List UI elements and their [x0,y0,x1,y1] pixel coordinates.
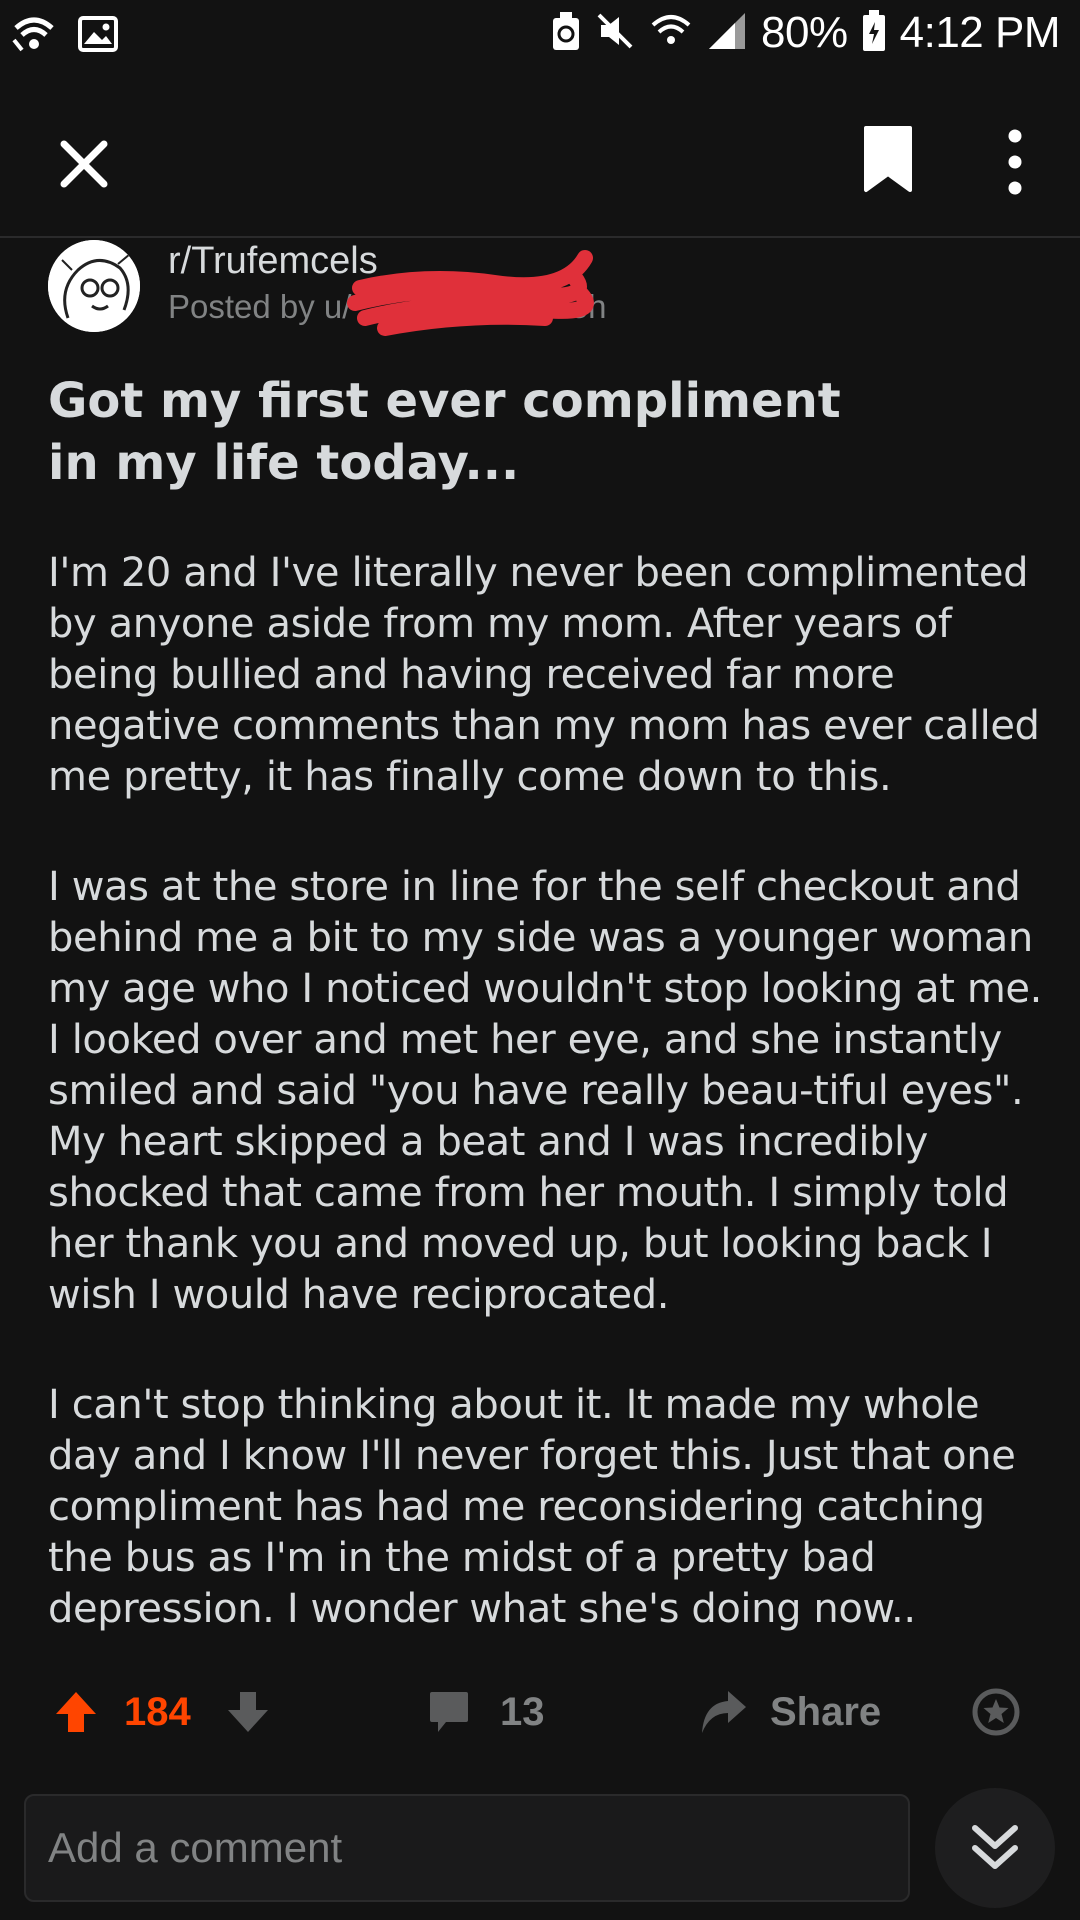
comment-count: 13 [500,1689,545,1734]
post-paragraph: I'm 20 and I've literally never been com… [48,550,1040,800]
post-title: Got my first ever compliment in my life … [48,373,841,491]
clock: 4:12 PM [899,8,1061,57]
bookmark-icon [864,126,912,192]
share-button[interactable]: Share [700,1680,881,1744]
status-bar: 80% 4:12 PM [0,0,1080,72]
mute-icon [595,11,635,55]
redaction-scribble [347,250,594,336]
vote-count: 184 [124,1689,191,1734]
award-icon [972,1688,1020,1736]
battery-icon [862,10,886,56]
close-icon [60,140,108,188]
add-comment-input[interactable] [24,1794,910,1902]
jump-to-comments-button[interactable] [935,1788,1055,1908]
post-body: I'm 20 and I've literally never been com… [48,548,1048,1694]
subreddit-avatar-drawing [48,240,140,332]
comment-bubble-icon [430,1692,468,1732]
award-button[interactable] [972,1680,1020,1744]
close-button[interactable] [52,132,116,196]
vote-count-wrap: 184 [124,1680,191,1744]
more-options-button[interactable] [990,126,1040,198]
upvote-arrow-icon [56,1692,96,1732]
wifi-icon [649,11,693,55]
post-paragraph: I can't stop thinking about it. It made … [48,1382,1016,1632]
recycle-icon [551,10,581,56]
upvote-button[interactable] [54,1680,98,1744]
post-toolbar [0,96,1080,238]
post-paragraph: I was at the store in line for the self … [48,864,1042,1318]
posted-by-label[interactable]: Posted by u/ [168,288,351,326]
downvote-button[interactable] [226,1680,270,1744]
comments-button[interactable]: 13 [428,1680,545,1744]
double-chevron-down-icon [972,1825,1018,1869]
image-icon [78,16,118,56]
share-arrow-icon [702,1691,746,1733]
subreddit-avatar[interactable] [48,240,140,332]
share-label: Share [770,1689,882,1734]
more-vertical-icon [1008,129,1022,195]
downvote-arrow-icon [228,1692,268,1732]
battery-percent: 80% [761,8,848,57]
signal-icon [707,11,747,55]
wifi-call-icon [12,14,56,58]
post-action-bar: 184 13 Share [0,1680,1080,1744]
save-button[interactable] [860,124,916,196]
